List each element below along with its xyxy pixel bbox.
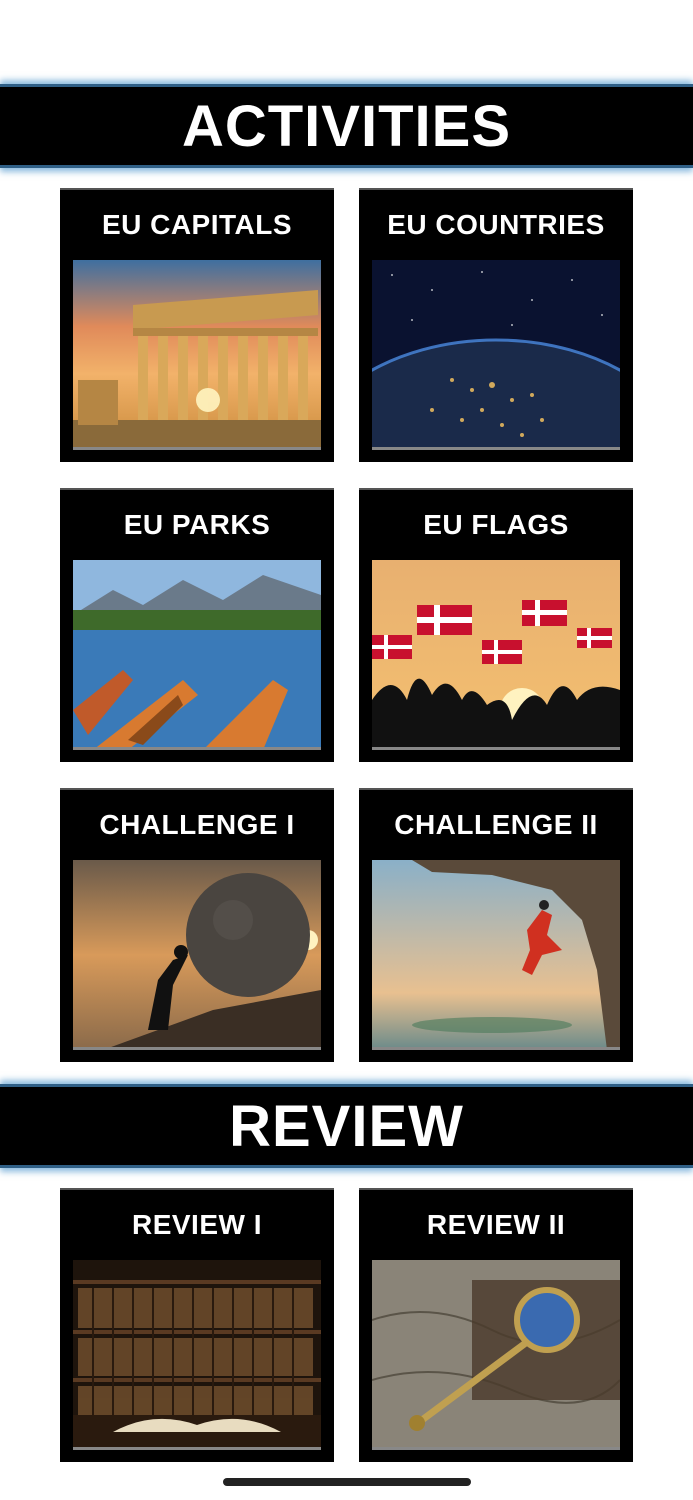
tile-label: CHALLENGE II	[394, 809, 598, 840]
tile-review-2[interactable]: REVIEW II	[359, 1188, 633, 1462]
tile-label: CHALLENGE I	[99, 809, 295, 840]
tile-label: EU CAPITALS	[101, 209, 293, 240]
tile-label: REVIEW I	[131, 1209, 262, 1240]
tile-review-1[interactable]: REVIEW I	[60, 1188, 334, 1462]
tile-eu-capitals[interactable]: EU CAPITALS	[60, 188, 334, 462]
tile-eu-flags[interactable]: EU FLAGS	[359, 488, 633, 762]
boulder-push-image	[73, 860, 321, 1050]
activities-header: ACTIVITIES	[0, 84, 693, 168]
tile-label: EU FLAGS	[423, 509, 569, 540]
review-title: REVIEW	[229, 1093, 464, 1159]
tile-label: EU PARKS	[123, 509, 271, 540]
tile-label: EU COUNTRIES	[387, 209, 605, 240]
tile-label: REVIEW II	[426, 1209, 566, 1240]
tile-challenge-2[interactable]: CHALLENGE II	[359, 788, 633, 1062]
crowd-flags-image	[372, 560, 620, 750]
rock-climber-image	[372, 860, 620, 1050]
review-header: REVIEW	[0, 1084, 693, 1168]
home-indicator[interactable]	[223, 1478, 471, 1486]
library-book-image	[73, 1260, 321, 1450]
tile-challenge-1[interactable]: CHALLENGE I	[60, 788, 334, 1062]
map-magnifier-image	[372, 1260, 620, 1450]
tile-eu-countries[interactable]: EU COUNTRIES	[359, 188, 633, 462]
earth-night-image	[372, 260, 620, 450]
activities-title: ACTIVITIES	[181, 93, 512, 159]
lake-boats-image	[73, 560, 321, 750]
parthenon-image	[73, 260, 321, 450]
tile-eu-parks[interactable]: EU PARKS	[60, 488, 334, 762]
